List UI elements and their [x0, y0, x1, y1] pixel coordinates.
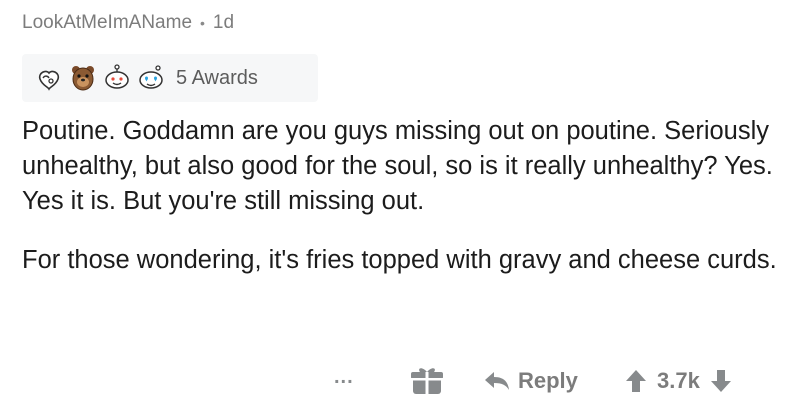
upvote-icon[interactable] [625, 369, 647, 393]
give-award-icon[interactable] [410, 364, 444, 396]
vote-controls: 3.7k [625, 364, 732, 398]
reply-arrow-icon [485, 372, 509, 390]
comment-paragraph: For those wondering, it's fries topped w… [22, 246, 777, 274]
reply-button[interactable]: Reply [484, 364, 578, 398]
comment-actions: ... Reply 3.7k [0, 360, 800, 404]
meta-separator: • [200, 15, 205, 31]
comment-body: Poutine. Goddamn are you guys missing ou… [22, 114, 782, 302]
reply-label: Reply [518, 368, 578, 393]
downvote-icon[interactable] [710, 369, 732, 393]
reddit-happy-icon [105, 64, 129, 89]
vote-score: 3.7k [657, 368, 700, 393]
comment-age: 1d [212, 12, 235, 33]
awards-count: 5 Awards [176, 66, 258, 89]
heart-eyes-icon [139, 65, 163, 89]
bear-gold-icon [72, 66, 94, 91]
wholesome-hug-icon [38, 70, 60, 91]
comment-paragraph: Poutine. Goddamn are you guys missing ou… [22, 117, 773, 215]
comment-meta: LookAtMeImAName • 1d [22, 12, 234, 34]
more-options-button[interactable]: ... [334, 366, 354, 389]
author-name[interactable]: LookAtMeImAName [22, 12, 192, 34]
awards-bar[interactable]: 5 Awards [22, 54, 318, 102]
